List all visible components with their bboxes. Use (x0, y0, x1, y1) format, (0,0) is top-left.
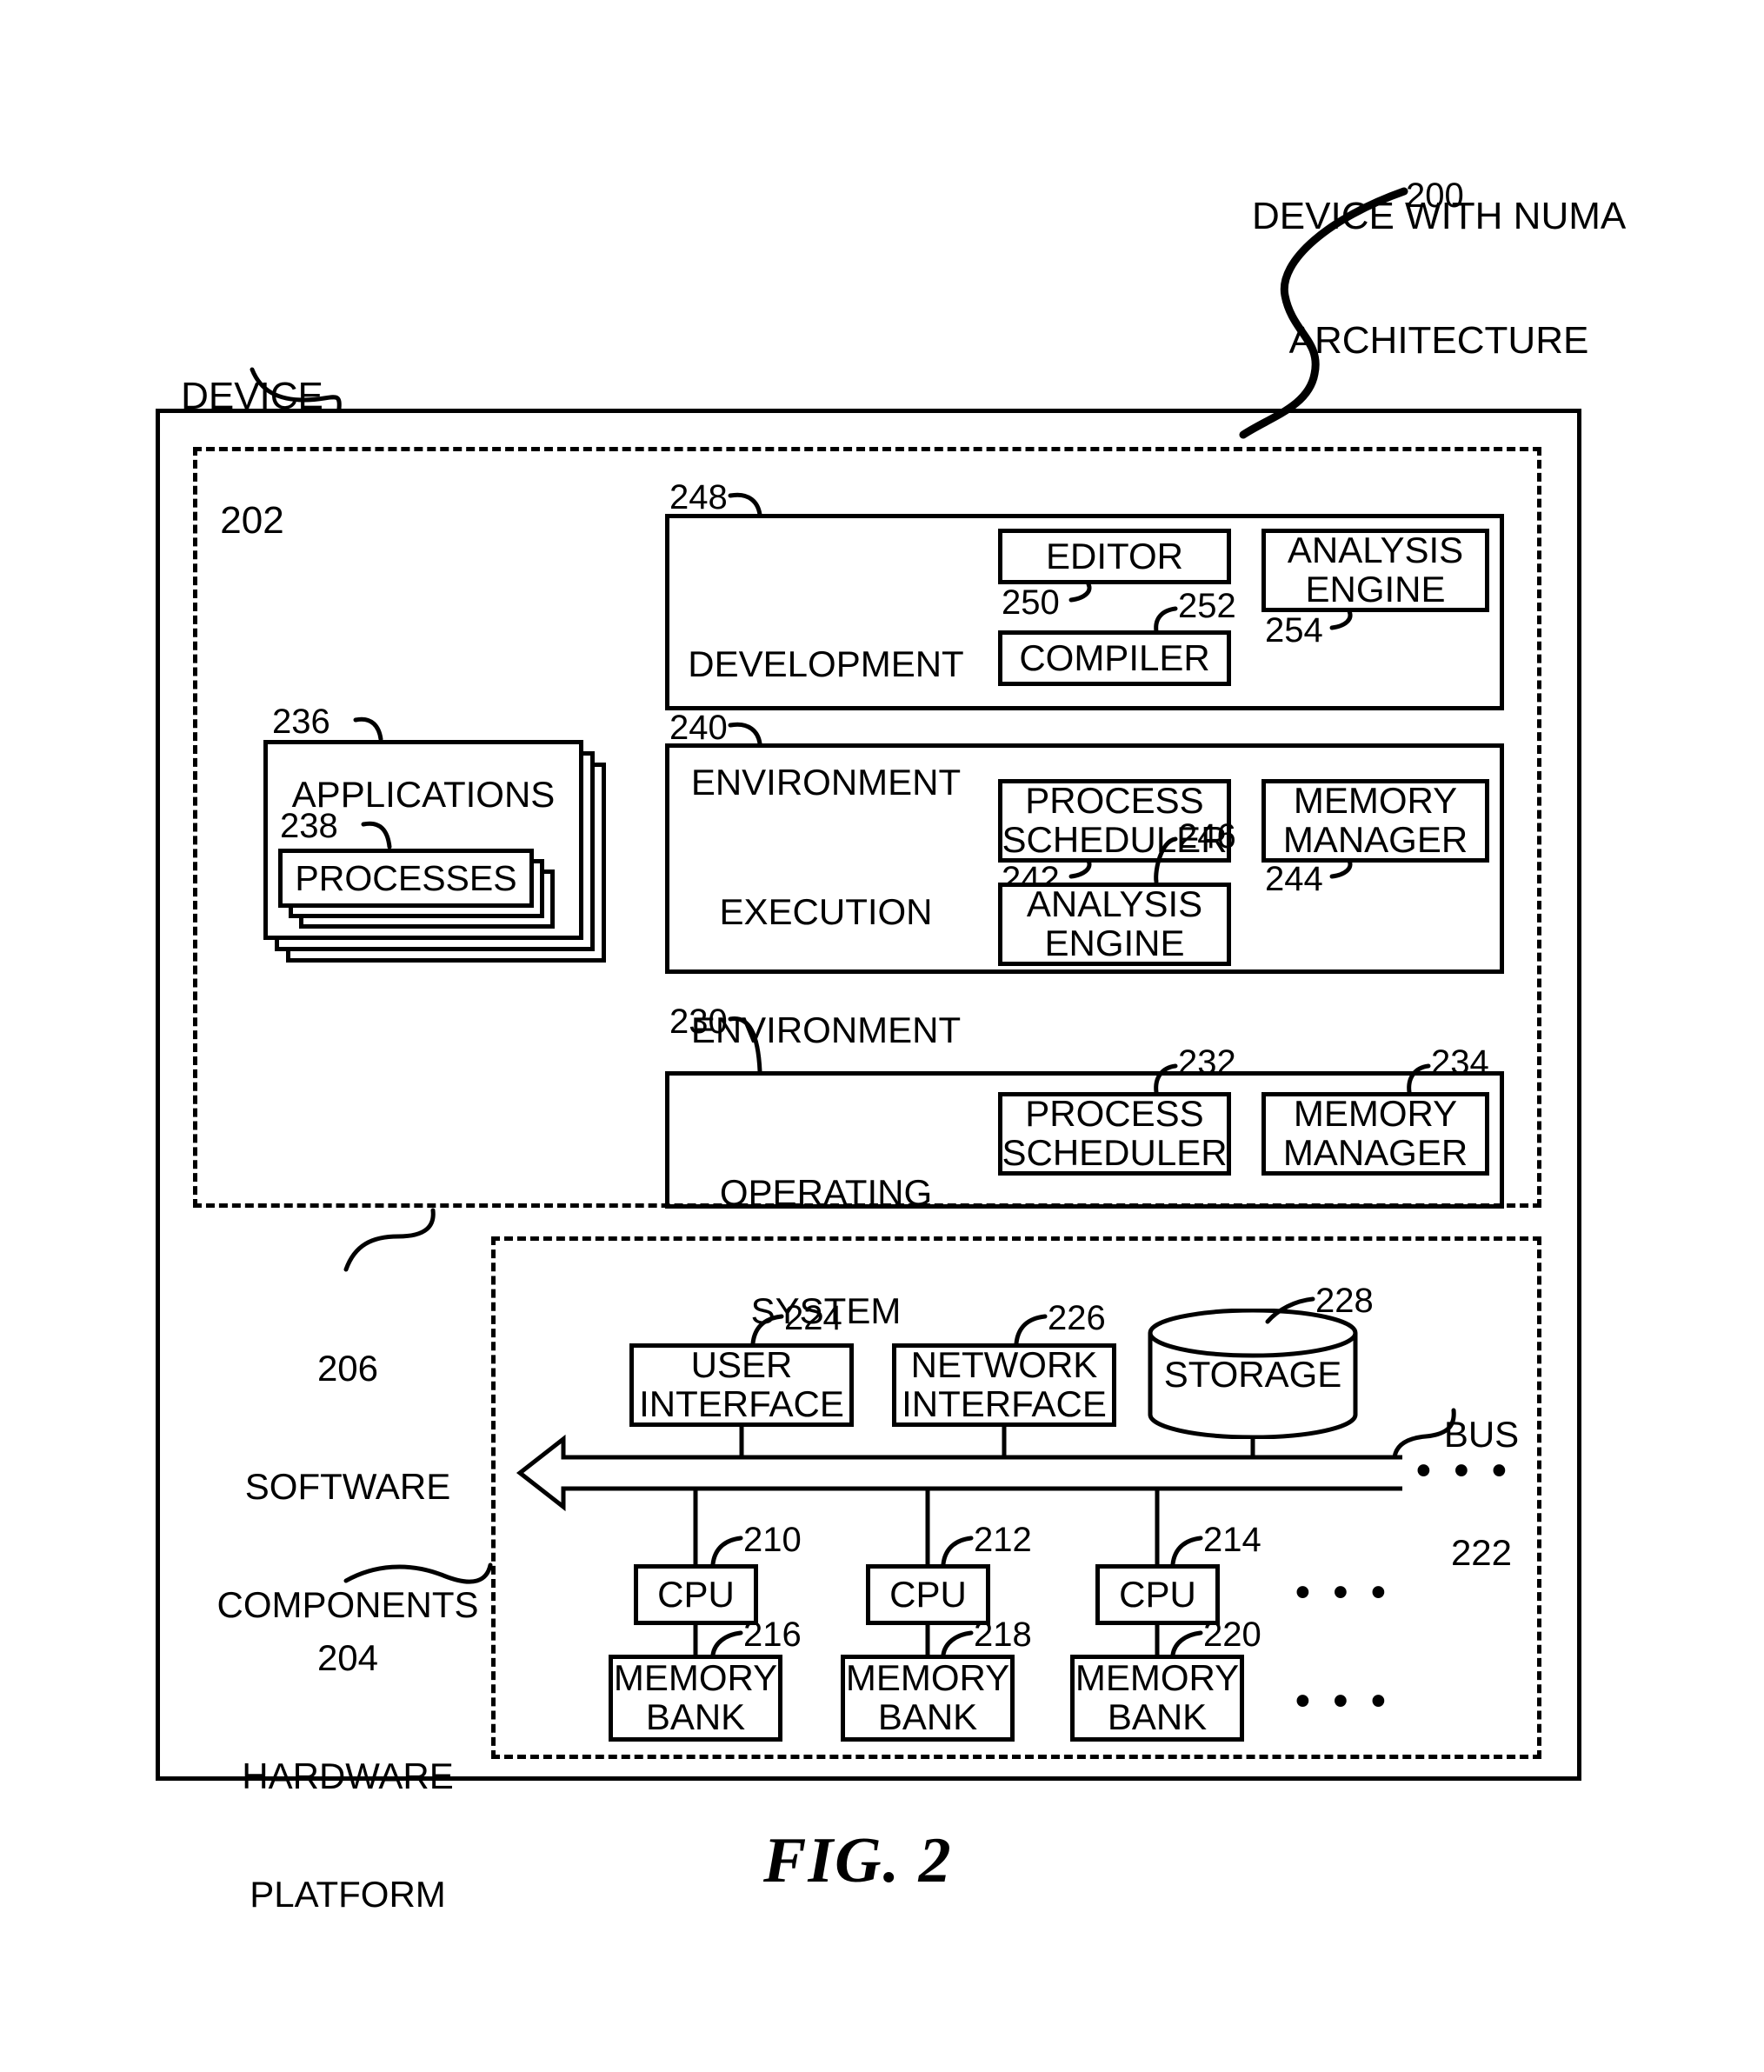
memory-bank-box-1[interactable]: MEMORY BANK (609, 1655, 782, 1742)
ref-250: 250 (1002, 583, 1060, 622)
ref-230: 230 (669, 1003, 728, 1041)
ref-220: 220 (1203, 1616, 1261, 1654)
analysis-engine-exec-label-line1: ANALYSIS (1026, 883, 1203, 925)
ref-204: 204 (316, 1636, 379, 1678)
user-interface-box[interactable]: USER INTERFACE (629, 1343, 854, 1427)
memory-bank-1-label-line2: BANK (645, 1696, 746, 1737)
software-components-label-line1: SOFTWARE (244, 1465, 451, 1507)
memory-manager-exec-label-line2: MANAGER (1282, 819, 1468, 860)
user-interface-label-line1: USER (690, 1344, 793, 1386)
ref-254: 254 (1265, 611, 1323, 650)
memory-manager-exec-box[interactable]: MEMORY MANAGER (1261, 779, 1489, 863)
figure-title-numa: DEVICE WITH NUMA ARCHITECTURE (1252, 113, 1626, 443)
figure-title-line2: ARCHITECTURE (1288, 318, 1589, 362)
ref-216: 216 (743, 1616, 802, 1654)
ref-232: 232 (1178, 1043, 1236, 1082)
memory-manager-exec-label-line1: MEMORY (1293, 780, 1458, 822)
ref-236: 236 (272, 703, 330, 741)
ref-212: 212 (974, 1521, 1032, 1559)
process-scheduler-os-label-line2: SCHEDULER (1002, 1132, 1228, 1173)
operating-system-label-line1: OPERATING (719, 1171, 933, 1213)
memory-bank-1-label-line1: MEMORY (613, 1657, 778, 1699)
development-environment-label-line1: DEVELOPMENT (688, 643, 964, 684)
ref-238: 238 (280, 807, 338, 845)
memory-bank-box-2[interactable]: MEMORY BANK (841, 1655, 1015, 1742)
cpu-label-3: CPU (1119, 1573, 1196, 1615)
network-interface-label-line2: INTERFACE (902, 1383, 1107, 1424)
bus-label-line2: 222 (1450, 1531, 1513, 1573)
cpu-box-1[interactable]: CPU (634, 1564, 758, 1625)
ref-248: 248 (669, 478, 728, 516)
ref-218: 218 (974, 1616, 1032, 1654)
figure-caption: FIG. 2 (763, 1825, 953, 1896)
cpu-box-2[interactable]: CPU (866, 1564, 990, 1625)
hardware-platform-label: 204 HARDWARE PLATFORM (204, 1559, 491, 1993)
ref-234: 234 (1431, 1043, 1489, 1082)
network-interface-label-line1: NETWORK (910, 1344, 1098, 1386)
processes-stack: PROCESSES (278, 849, 574, 953)
analysis-engine-exec-label-line2: ENGINE (1044, 923, 1185, 963)
hardware-platform-label-line1: HARDWARE (242, 1755, 454, 1796)
memory-bank-box-3[interactable]: MEMORY BANK (1070, 1655, 1244, 1742)
analysis-engine-dev-label-line2: ENGINE (1305, 569, 1446, 610)
processes-label: PROCESSES (295, 858, 517, 898)
ref-224: 224 (784, 1299, 842, 1337)
compiler-label: COMPILER (1019, 636, 1210, 678)
ref-226: 226 (1048, 1299, 1106, 1337)
cpu-box-3[interactable]: CPU (1095, 1564, 1220, 1625)
memory-bank-2-label-line2: BANK (877, 1696, 978, 1737)
memory-bank-2-label-line1: MEMORY (845, 1657, 1010, 1699)
memory-manager-os-label-line1: MEMORY (1293, 1093, 1458, 1135)
figure-canvas: DEVICE WITH NUMA ARCHITECTURE 200 DEVICE… (0, 0, 1764, 2072)
memory-ellipsis: • • • (1295, 1678, 1386, 1724)
ref-206: 206 (316, 1347, 379, 1389)
ref-214: 214 (1203, 1521, 1261, 1559)
hardware-platform-label-line2: PLATFORM (250, 1873, 446, 1915)
cpu-label-2: CPU (889, 1573, 967, 1615)
analysis-engine-dev-label-line1: ANALYSIS (1287, 530, 1464, 571)
ref-200: 200 (1406, 177, 1464, 215)
user-interface-label-line2: INTERFACE (639, 1383, 844, 1424)
memory-bank-3-label-line2: BANK (1107, 1696, 1208, 1737)
memory-bank-3-label-line1: MEMORY (1075, 1657, 1240, 1699)
analysis-engine-exec-box[interactable]: ANALYSIS ENGINE (998, 883, 1231, 966)
storage-label: STORAGE (1163, 1354, 1342, 1395)
memory-manager-os-label-line2: MANAGER (1282, 1132, 1468, 1173)
analysis-engine-dev-box[interactable]: ANALYSIS ENGINE (1261, 529, 1489, 612)
editor-box[interactable]: EDITOR (998, 529, 1231, 584)
process-scheduler-os-label-line1: PROCESS (1025, 1093, 1204, 1135)
compiler-box[interactable]: COMPILER (998, 630, 1231, 686)
memory-manager-os-box[interactable]: MEMORY MANAGER (1261, 1092, 1489, 1176)
process-scheduler-exec-label-line1: PROCESS (1025, 780, 1204, 822)
process-scheduler-os-box[interactable]: PROCESS SCHEDULER (998, 1092, 1231, 1176)
ref-210: 210 (743, 1521, 802, 1559)
ref-240: 240 (669, 709, 728, 747)
execution-environment-label-line1: EXECUTION (719, 890, 933, 932)
ref-246: 246 (1178, 817, 1236, 856)
bus-ellipsis: • • • (1416, 1448, 1507, 1494)
cpu-ellipsis: • • • (1295, 1569, 1386, 1616)
ref-252: 252 (1178, 587, 1236, 625)
cpu-label-1: CPU (657, 1573, 735, 1615)
ref-244: 244 (1265, 860, 1323, 898)
network-interface-box[interactable]: NETWORK INTERFACE (892, 1343, 1116, 1427)
editor-label: EDITOR (1046, 535, 1183, 576)
